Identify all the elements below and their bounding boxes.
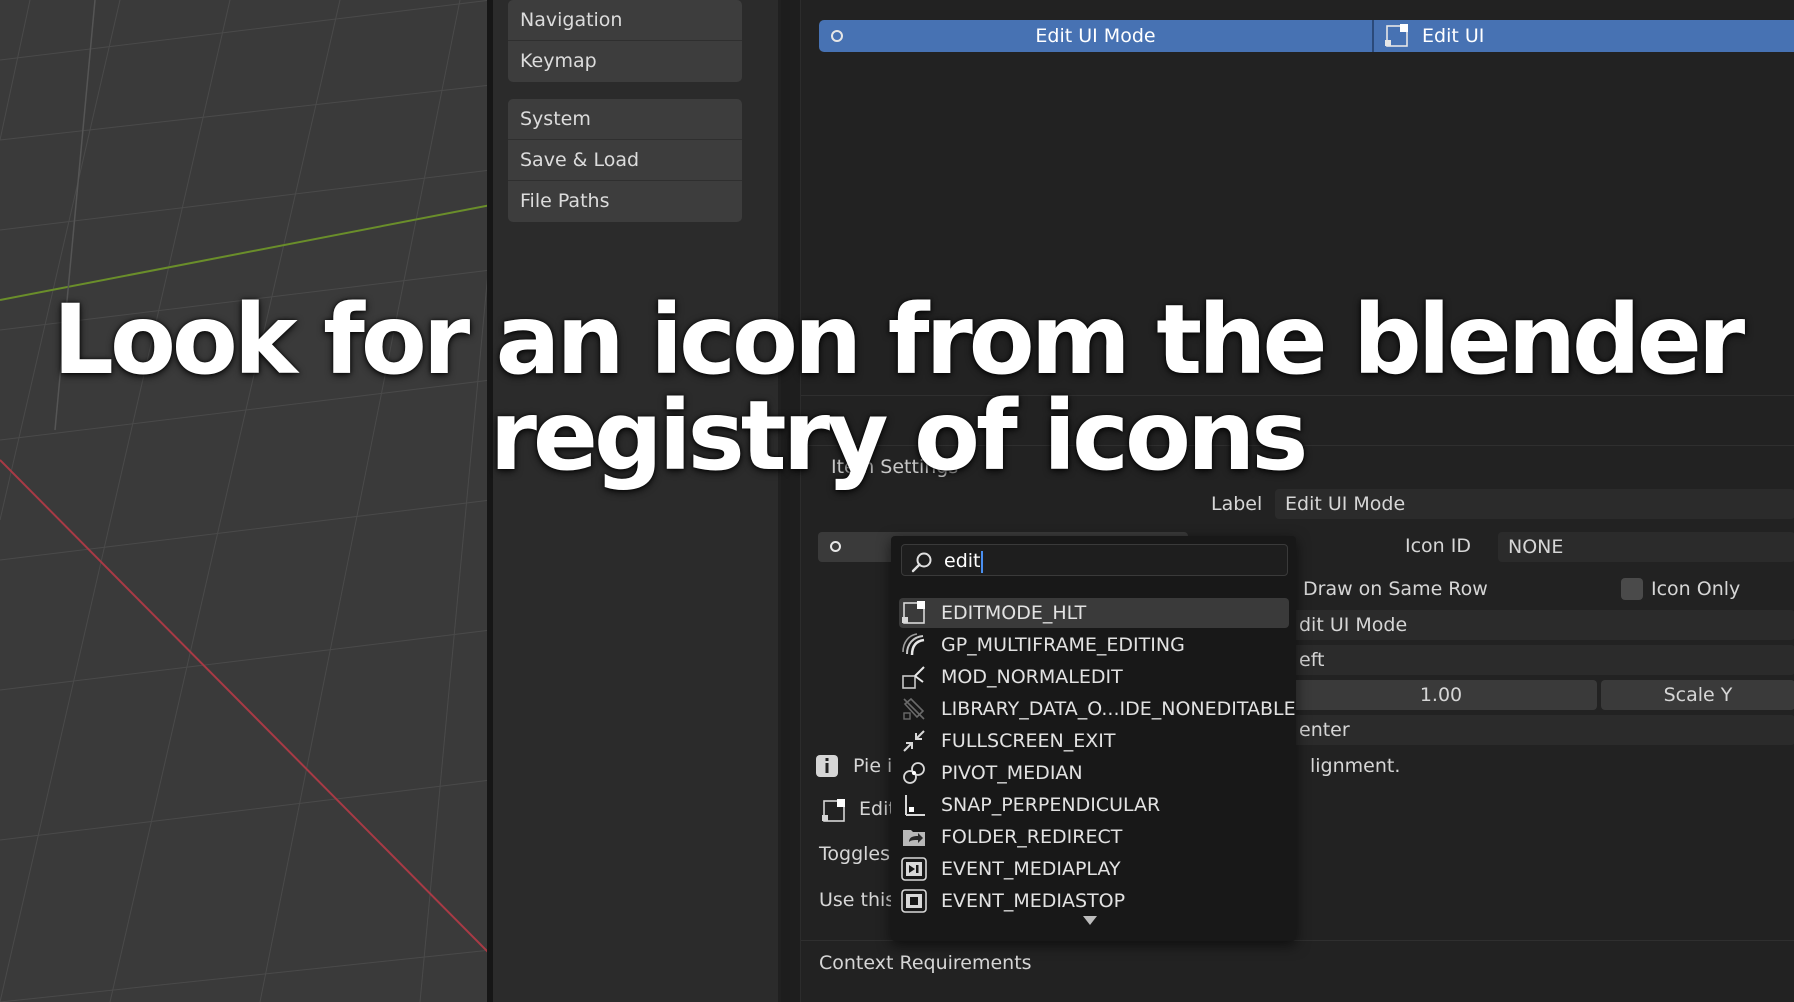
editmode-icon: [902, 601, 925, 624]
icon-search-input[interactable]: edit: [901, 544, 1288, 576]
icon-option-library-data-noneditable[interactable]: LIBRARY_DATA_O...IDE_NONEDITABLE: [899, 694, 1296, 724]
icon-option-label: GP_MULTIFRAME_EDITING: [941, 634, 1185, 656]
pie-item-label: Edit UI: [1422, 25, 1485, 47]
context-requirements-heading[interactable]: Context Requirements: [819, 952, 1032, 974]
fullscreen-exit-icon: [903, 730, 925, 752]
folder-redirect-icon: [903, 830, 925, 846]
icon-option-label: SNAP_PERPENDICULAR: [941, 794, 1161, 816]
editmode-icon: [1385, 24, 1408, 47]
pie-item-edit-ui-mode[interactable]: Edit UI Mode: [819, 20, 1374, 52]
nav-item-system[interactable]: System: [508, 99, 742, 140]
pivot-median-icon: [903, 762, 925, 784]
icon-option-snap-perpendicular[interactable]: SNAP_PERPENDICULAR: [899, 790, 1289, 820]
icon-option-event-mediastop[interactable]: EVENT_MEDIASTOP: [899, 886, 1289, 916]
snap-perpendicular-icon: [905, 795, 925, 816]
nav-item-navigation[interactable]: Navigation: [508, 0, 742, 41]
nav-group-system: System Save & Load File Paths: [508, 99, 742, 222]
pie-item-edit-ui[interactable]: Edit UI: [1374, 20, 1794, 52]
icon-option-fullscreen-exit[interactable]: FULLSCREEN_EXIT: [899, 726, 1289, 756]
align-field[interactable]: enter: [1285, 715, 1794, 745]
media-stop-icon: [901, 889, 927, 913]
icon-option-folder-redirect[interactable]: FOLDER_REDIRECT: [899, 822, 1289, 852]
media-play-icon: [901, 857, 927, 881]
label-label: Label: [1211, 493, 1263, 515]
pie-item-label: Edit UI Mode: [1035, 25, 1156, 47]
nav-item-keymap[interactable]: Keymap: [508, 41, 742, 82]
draw-same-row-label[interactable]: Draw on Same Row: [1303, 578, 1488, 600]
icon-option-gp-multiframe-editing[interactable]: GP_MULTIFRAME_EDITING: [899, 630, 1289, 660]
icon-option-editmode-hlt[interactable]: EDITMODE_HLT: [899, 598, 1289, 628]
search-icon: [911, 552, 932, 573]
icon-option-pivot-median[interactable]: PIVOT_MEDIAN: [899, 758, 1289, 788]
radio-dot-icon: [831, 30, 843, 42]
nav-item-file-paths[interactable]: File Paths: [508, 181, 742, 222]
pie-item-header[interactable]: Edit UI Mode Edit UI: [819, 20, 1794, 52]
scale-x-field[interactable]: 1.00: [1285, 680, 1597, 710]
label-field[interactable]: Edit UI Mode: [1275, 489, 1794, 519]
editmode-icon: [822, 799, 845, 822]
multiframe-icon: [902, 633, 925, 656]
nav-item-save-load[interactable]: Save & Load: [508, 140, 742, 181]
caption-line-1: Look for an icon from the blender: [52, 284, 1745, 396]
icon-option-mod-normaledit[interactable]: MOD_NORMALEDIT: [899, 662, 1289, 692]
scroll-down-arrow-icon[interactable]: [1083, 916, 1097, 925]
info-icon: [816, 755, 838, 777]
icon-option-label: MOD_NORMALEDIT: [941, 666, 1123, 688]
search-query: edit: [944, 550, 981, 572]
icon-option-label: PIVOT_MEDIAN: [941, 762, 1083, 784]
icon-option-label: EVENT_MEDIAPLAY: [941, 858, 1121, 880]
caption-line-2: registry of icons: [489, 380, 1309, 492]
preferences-sidebar: Navigation Keymap System Save & Load Fil…: [493, 0, 781, 1002]
icon-id-field[interactable]: NONE: [1498, 532, 1794, 562]
icon-option-event-mediaplay[interactable]: EVENT_MEDIAPLAY: [899, 854, 1289, 884]
nav-group-input: Navigation Keymap: [508, 0, 742, 82]
icon-option-label: FULLSCREEN_EXIT: [941, 730, 1116, 752]
icon-id-label: Icon ID: [1405, 535, 1471, 557]
icon-option-label: EDITMODE_HLT: [941, 602, 1087, 624]
text-caret: [981, 550, 984, 573]
info-text-tail: lignment.: [1310, 755, 1401, 777]
video-caption: Look for an icon from the blender regist…: [0, 292, 1794, 484]
description-field[interactable]: dit UI Mode: [1285, 610, 1794, 640]
viewport-grid: [0, 0, 491, 1002]
3d-viewport[interactable]: [0, 0, 491, 1002]
scale-y-field[interactable]: Scale Y: [1601, 680, 1794, 710]
icon-only-checkbox[interactable]: [1621, 578, 1643, 600]
normaledit-icon: [902, 666, 925, 689]
icon-option-label: FOLDER_REDIRECT: [941, 826, 1123, 848]
library-noneditable-icon: [903, 697, 925, 720]
sidebar-divider[interactable]: [778, 0, 781, 1002]
icon-option-label: LIBRARY_DATA_O...IDE_NONEDITABLE: [941, 698, 1296, 720]
radio-dot-icon: [830, 541, 841, 552]
icon-option-label: EVENT_MEDIASTOP: [941, 890, 1126, 912]
icon-only-label[interactable]: Icon Only: [1651, 578, 1740, 600]
icon-search-dropdown: edit EDITMODE_HLT GP_MULTIFRAME_EDITING …: [891, 536, 1296, 941]
alignment-field[interactable]: eft: [1285, 645, 1794, 675]
